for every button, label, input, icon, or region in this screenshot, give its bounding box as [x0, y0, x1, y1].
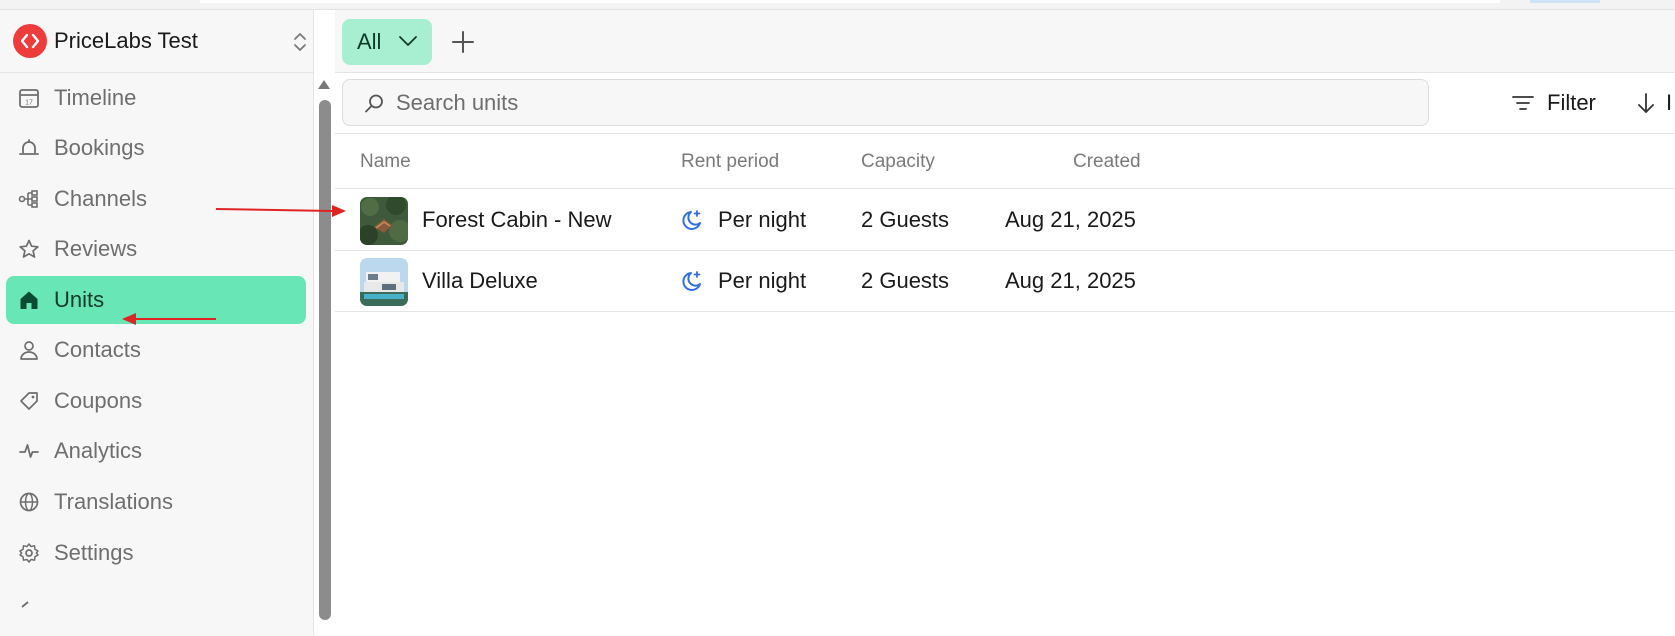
sort-label: I: [1666, 90, 1673, 115]
main-content: All Filter: [335, 10, 1675, 636]
svg-text:17: 17: [25, 100, 33, 107]
bell-icon: [19, 139, 39, 155]
sidebar-item-channels[interactable]: Channels: [6, 175, 306, 223]
table-row[interactable]: Forest Cabin - New Per night 2 Guests Au…: [335, 190, 1675, 251]
pulse-icon: [19, 444, 39, 458]
column-header-created[interactable]: Created: [1073, 151, 1141, 173]
table-row[interactable]: Villa Deluxe Per night 2 Guests Aug 21, …: [335, 251, 1675, 312]
filter-button[interactable]: Filter: [1511, 88, 1596, 118]
moon-star-icon: [682, 271, 701, 291]
chevron-down-icon: [399, 36, 417, 46]
capacity: 2 Guests: [861, 207, 950, 232]
sidebar-item-label: Bookings: [54, 135, 145, 160]
sidebar-item-label: Contacts: [54, 337, 141, 362]
star-icon: [19, 239, 39, 258]
sidebar-item-label: Timeline: [54, 85, 137, 110]
sidebar-item-contacts[interactable]: Contacts: [6, 326, 306, 374]
sidebar-item-timeline[interactable]: 17 Timeline: [6, 74, 306, 122]
unit-name[interactable]: Villa Deluxe: [422, 268, 538, 294]
sidebar-item-label: Channels: [54, 186, 147, 211]
globe-icon: [19, 492, 39, 512]
sidebar: PriceLabs Test 17 Timeline Bookings Chan…: [0, 10, 314, 636]
sidebar-item-label: Coupons: [54, 388, 143, 413]
pricelabs-logo-icon: [13, 24, 47, 58]
search-box[interactable]: [342, 79, 1429, 126]
sidebar-item-label: Translations: [54, 489, 174, 514]
browser-tab-edge: [200, 0, 1500, 3]
sidebar-item-next[interactable]: [6, 579, 306, 609]
scroll-up-arrow[interactable]: [318, 80, 330, 89]
sidebar-item-translations[interactable]: Translations: [6, 478, 306, 526]
search-icon: [365, 94, 383, 113]
calendar-icon: 17: [19, 89, 39, 108]
sidebar-item-analytics[interactable]: Analytics: [6, 427, 306, 475]
sidebar-item-label: Analytics: [54, 438, 143, 463]
sidebar-item-label: Units: [54, 287, 105, 312]
sidebar-item-units[interactable]: Units: [6, 276, 306, 324]
workspace-switcher[interactable]: PriceLabs Test: [0, 10, 314, 73]
sidebar-item-label: Reviews: [54, 236, 138, 261]
created-date: Aug 21, 2025: [1005, 268, 1136, 293]
unit-thumbnail: [360, 197, 408, 245]
partial-icon: [21, 601, 29, 608]
sidebar-item-bookings[interactable]: Bookings: [6, 124, 306, 172]
search-input[interactable]: [396, 88, 1396, 118]
arrow-down-icon: [1638, 93, 1654, 113]
add-view-icon[interactable]: [450, 29, 476, 55]
views-bar: All: [335, 10, 1675, 73]
column-header-capacity[interactable]: Capacity: [861, 151, 935, 173]
filter-lines-icon: [1512, 96, 1534, 110]
sort-button[interactable]: I: [1636, 88, 1675, 118]
rent-period: Per night: [718, 207, 807, 232]
gear-icon: [19, 543, 39, 563]
sidebar-scrollbar-thumb[interactable]: [319, 100, 331, 620]
table-header: Name Rent period Capacity Created: [335, 135, 1675, 189]
sidebar-item-settings[interactable]: Settings: [6, 529, 306, 577]
filter-label: Filter: [1547, 90, 1596, 115]
column-header-name[interactable]: Name: [360, 151, 411, 173]
view-tab-all[interactable]: All: [342, 19, 432, 65]
sidebar-item-coupons[interactable]: Coupons: [6, 377, 306, 425]
view-tab-label: All: [357, 29, 382, 54]
unit-name[interactable]: Forest Cabin - New: [422, 207, 612, 233]
browser-top-strip: [0, 0, 1675, 10]
rent-period: Per night: [718, 268, 807, 293]
person-icon: [20, 341, 38, 360]
units-toolbar: Filter I: [335, 74, 1675, 134]
unit-thumbnail: [360, 258, 408, 306]
moon-star-icon: [682, 210, 701, 230]
chevron-up-down-icon[interactable]: [290, 30, 310, 54]
column-header-rent-period[interactable]: Rent period: [681, 151, 779, 173]
capacity: 2 Guests: [861, 268, 950, 293]
browser-accent: [1530, 0, 1600, 3]
tag-icon: [20, 392, 38, 410]
sidebar-item-label: Settings: [54, 540, 134, 565]
sidebar-item-reviews[interactable]: Reviews: [6, 225, 306, 273]
home-icon: [20, 291, 38, 309]
workspace-name: PriceLabs Test: [54, 28, 198, 53]
created-date: Aug 21, 2025: [1005, 207, 1136, 232]
channels-icon: [18, 190, 38, 208]
